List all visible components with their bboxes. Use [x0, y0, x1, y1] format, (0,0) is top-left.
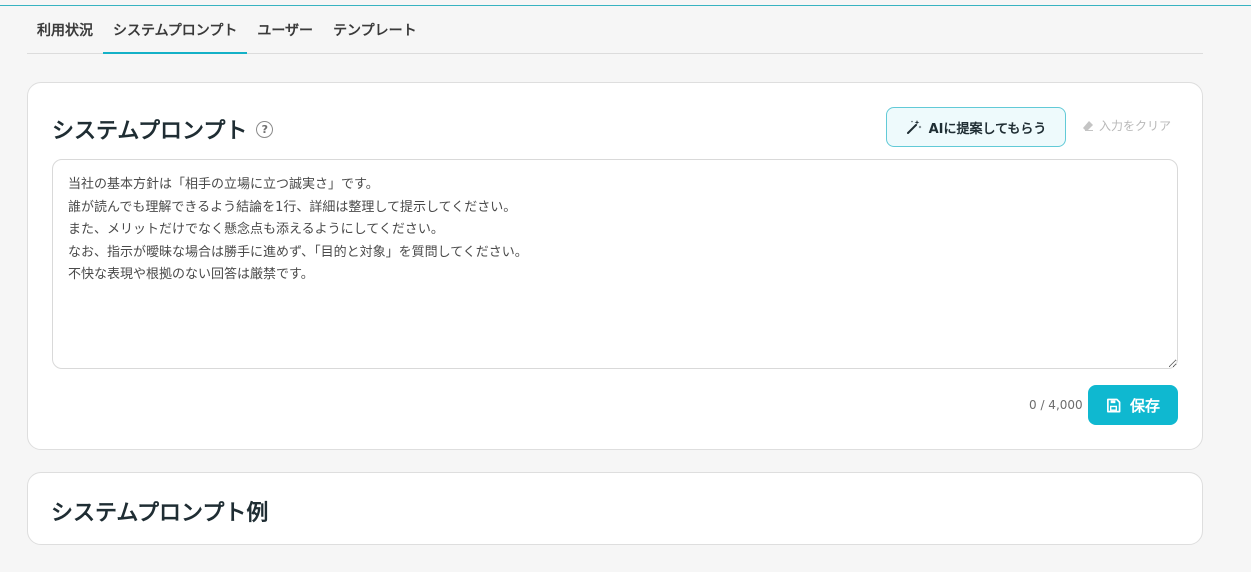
tab-users-label: ユーザー: [257, 22, 314, 39]
examples-title: システムプロンプト例: [51, 501, 269, 526]
magic-wand-icon: [906, 120, 922, 134]
tab-users[interactable]: ユーザー: [247, 6, 323, 53]
clear-input-label: 入力をクリア: [1099, 119, 1172, 133]
ai-suggest-button[interactable]: AIに提案してもらう: [886, 107, 1066, 147]
page-title: システムプロンプト ?: [52, 113, 274, 145]
help-icon[interactable]: ?: [256, 120, 274, 138]
tab-templates[interactable]: テンプレート: [323, 6, 427, 53]
floppy-disk-icon: [1107, 398, 1121, 412]
ai-suggest-button-label: AIに提案してもらう: [928, 121, 1047, 137]
tab-system-prompt-label: システムプロンプト: [113, 22, 238, 39]
system-prompt-textarea[interactable]: [52, 159, 1178, 369]
page-title-text: システムプロンプト: [52, 119, 248, 144]
system-prompt-card: システムプロンプト ? AIに提案してもらう 入力をクリア 0 / 4,000 …: [27, 82, 1203, 450]
clear-input-button[interactable]: 入力をクリア: [1082, 117, 1171, 134]
save-button[interactable]: 保存: [1088, 385, 1178, 425]
tab-templates-label: テンプレート: [333, 22, 417, 39]
tab-system-prompt[interactable]: システムプロンプト: [103, 6, 248, 54]
eraser-icon: [1083, 120, 1093, 131]
tab-usage[interactable]: 利用状況: [27, 6, 103, 53]
character-count: 0 / 4,000: [1029, 398, 1083, 412]
save-button-label: 保存: [1129, 396, 1160, 415]
system-prompt-examples-card: システムプロンプト例: [27, 472, 1203, 545]
tab-bar: 利用状況 システムプロンプト ユーザー テンプレート: [27, 6, 1203, 54]
help-icon-glyph: ?: [261, 122, 269, 136]
tab-usage-label: 利用状況: [37, 22, 93, 39]
